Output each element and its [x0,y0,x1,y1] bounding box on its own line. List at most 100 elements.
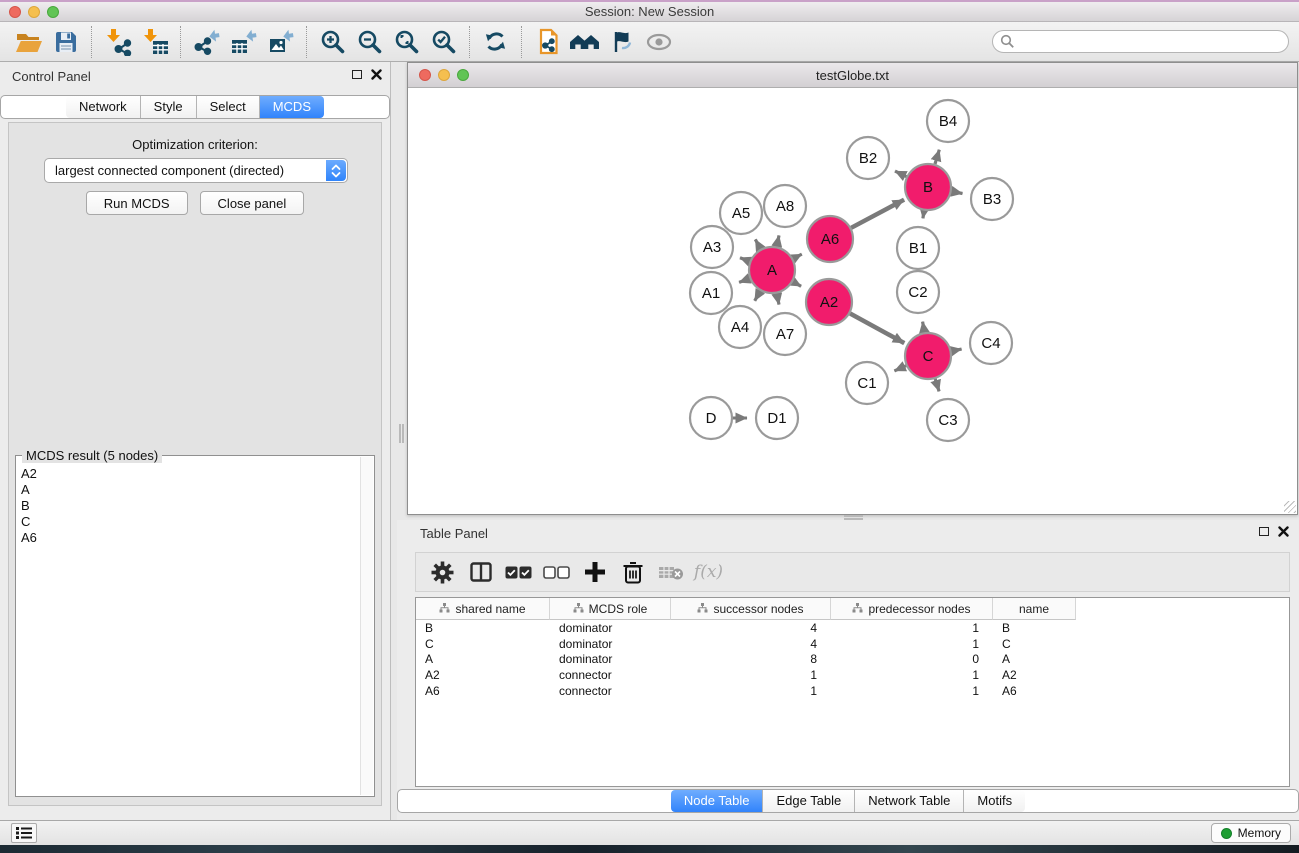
tab-network-table[interactable]: Network Table [855,790,964,812]
graph-node-B3[interactable]: B3 [971,178,1013,220]
graph-node-A1[interactable]: A1 [690,272,732,314]
memory-button[interactable]: Memory [1211,823,1291,843]
graph-edge-A-A3[interactable] [740,258,750,262]
resize-grip[interactable] [1284,501,1296,513]
table-row[interactable]: A2connector11A2 [416,667,1289,683]
graph-node-C3[interactable]: C3 [927,399,969,441]
close-table-panel-icon[interactable] [1278,526,1289,537]
graph-node-B1[interactable]: B1 [897,227,939,269]
graph-edge-A-A5[interactable] [755,239,760,249]
graph-edge-A-A7[interactable] [777,294,779,305]
graph-node-A[interactable]: A [749,247,795,293]
gear-icon[interactable] [426,557,459,587]
graph-node-A3[interactable]: A3 [691,226,733,268]
mcds-result-item[interactable]: B [18,498,359,514]
zoom-selected-button[interactable] [425,25,462,59]
add-column-icon[interactable] [578,557,611,587]
tab-style[interactable]: Style [141,96,197,118]
table-row[interactable]: A6connector11A6 [416,683,1289,699]
save-session-button[interactable] [47,25,84,59]
graph-node-B4[interactable]: B4 [927,100,969,142]
export-image-button[interactable] [262,25,299,59]
mcds-result-item[interactable]: A2 [18,466,359,482]
column-header-name[interactable]: name [993,598,1076,620]
tab-select[interactable]: Select [197,96,260,118]
graph-edge-A6-B[interactable] [851,200,904,228]
criterion-dropdown[interactable]: largest connected component (directed) [44,158,348,183]
refresh-button[interactable] [477,25,514,59]
graph-node-C1[interactable]: C1 [846,362,888,404]
graph-edge-B-B3[interactable] [952,191,963,193]
graph-node-D[interactable]: D [690,397,732,439]
graph-node-B[interactable]: B [905,164,951,210]
graph-edge-B-B1[interactable] [923,211,924,219]
column-view-icon[interactable] [464,557,497,587]
graph-edge-C-C2[interactable] [923,322,925,333]
import-network-button[interactable] [99,25,136,59]
zoom-out-button[interactable] [351,25,388,59]
divider-handle-vertical[interactable] [399,424,404,443]
export-table-button[interactable] [225,25,262,59]
graph-node-A6[interactable]: A6 [807,216,853,262]
column-header-successor-nodes[interactable]: successor nodes [671,598,831,620]
graph-node-A7[interactable]: A7 [764,313,806,355]
tab-network[interactable]: Network [66,96,141,118]
tab-mcds[interactable]: MCDS [260,96,324,118]
import-table-button[interactable] [136,25,173,59]
run-mcds-button[interactable]: Run MCDS [86,191,188,215]
float-table-panel-icon[interactable] [1259,527,1269,536]
graph-node-C[interactable]: C [905,333,951,379]
search-input[interactable] [992,30,1289,53]
graph-edge-A-A1[interactable] [739,279,749,283]
graph-edge-A-A2[interactable] [793,282,801,287]
table-row[interactable]: Adominator80A [416,651,1289,667]
table-row[interactable]: Bdominator41B [416,620,1289,636]
graph-node-C4[interactable]: C4 [970,322,1012,364]
graph-edge-A-A4[interactable] [755,291,761,301]
close-panel-icon[interactable] [371,69,382,80]
mcds-result-item[interactable]: A6 [18,530,359,546]
search-field-wrap [992,30,1289,53]
column-header-shared-name[interactable]: shared name [416,598,550,620]
graph-edge-C-C3[interactable] [935,379,939,392]
column-header-MCDS-role[interactable]: MCDS role [550,598,671,620]
graph-edge-A-A8[interactable] [777,235,779,246]
open-session-button[interactable] [10,25,47,59]
graph-node-A5[interactable]: A5 [720,192,762,234]
zoom-in-button[interactable] [314,25,351,59]
graph-node-A8[interactable]: A8 [764,185,806,227]
network-canvas-svg[interactable]: A A1 A2 A3 A4 A5 A6 A7 A8 B B1 B2 B3B4 C C1 C2 C3C4 D D1 [408,88,1297,514]
graph-edge-A-A6[interactable] [793,254,802,259]
mcds-result-item[interactable]: C [18,514,359,530]
graph-edge-B-B4[interactable] [935,150,939,164]
network-canvas[interactable]: A A1 A2 A3 A4 A5 A6 A7 A8 B B1 B2 B3B4 C C1 C2 C3C4 D D1 [408,88,1297,514]
double-home-button[interactable] [566,25,603,59]
select-all-icon[interactable] [502,557,535,587]
zoom-fit-button[interactable] [388,25,425,59]
graph-edge-B-B2[interactable] [895,171,906,177]
close-panel-button[interactable]: Close panel [200,191,305,215]
graph-edge-C-C1[interactable] [894,366,906,371]
flag-pen-button[interactable] [603,25,640,59]
tab-edge-table[interactable]: Edge Table [763,790,855,812]
column-header-predecessor-nodes[interactable]: predecessor nodes [831,598,993,620]
deselect-all-icon[interactable] [540,557,573,587]
clone-network-button[interactable] [529,25,566,59]
graph-edge-C-C4[interactable] [952,349,962,351]
export-network-button[interactable] [188,25,225,59]
graph-node-A2[interactable]: A2 [806,279,852,325]
graph-node-A4[interactable]: A4 [719,306,761,348]
table-row[interactable]: Cdominator41C [416,636,1289,652]
tab-motifs[interactable]: Motifs [964,790,1025,812]
delete-column-icon[interactable] [616,557,649,587]
graph-node-B2[interactable]: B2 [847,137,889,179]
float-panel-icon[interactable] [352,70,362,79]
result-scrollbar[interactable] [360,457,373,795]
graph-edge-A2-C[interactable] [850,314,904,344]
table-tabbar: Node TableEdge TableNetwork TableMotifs [397,789,1299,813]
task-history-button[interactable] [11,823,37,843]
graph-node-D1[interactable]: D1 [756,397,798,439]
graph-node-C2[interactable]: C2 [897,271,939,313]
mcds-result-item[interactable]: A [18,482,359,498]
tab-node-table[interactable]: Node Table [671,790,764,812]
